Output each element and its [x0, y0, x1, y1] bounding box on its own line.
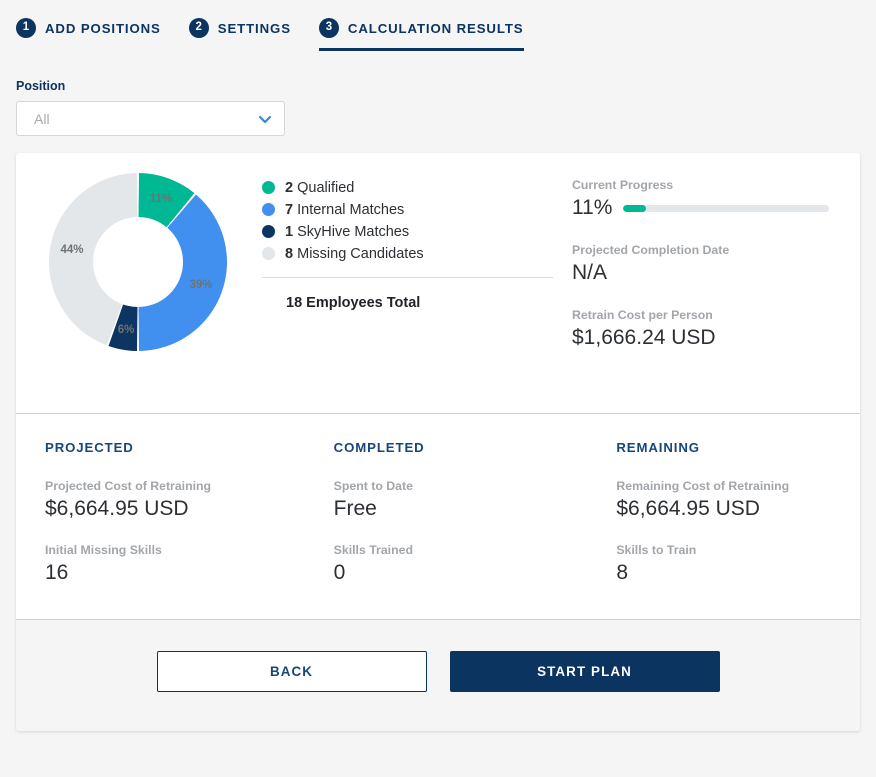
legend-item-label: Missing Candidates	[297, 245, 424, 262]
legend-item-text: 7 Internal Matches	[285, 202, 404, 218]
legend-color-dot	[262, 247, 275, 260]
stat-value: Free	[333, 497, 377, 520]
position-select[interactable]: All	[16, 101, 285, 136]
wizard-stepper: 1 ADD POSITIONS 2 SETTINGS 3 CALCULATION…	[0, 0, 876, 56]
donut-chart-svg	[49, 173, 227, 351]
legend-item-internal-matches: 7 Internal Matches	[262, 199, 544, 220]
stat-label: Projected Cost of Retraining	[45, 479, 212, 493]
legend-color-dot	[262, 181, 275, 194]
donut-chart-container: 11% 39% 6% 44%	[16, 169, 244, 397]
step-settings[interactable]: 2 SETTINGS	[188, 18, 291, 51]
stat-remaining-cost: Remaining Cost of Retraining $6,664.95 U…	[616, 479, 860, 521]
legend-color-dot	[262, 225, 275, 238]
stat-label: Spent to Date	[333, 479, 413, 493]
legend-item-count: 1	[285, 223, 294, 240]
current-progress-label: Current Progress	[572, 178, 674, 192]
step-number-badge: 2	[188, 18, 209, 38]
stats-section: PROJECTED Projected Cost of Retraining $…	[16, 414, 860, 619]
summary-section: 11% 39% 6% 44% 2 Qualified 7 Internal Ma…	[16, 153, 860, 413]
retrain-cost-label: Retrain Cost per Person	[572, 308, 713, 322]
card-footer: BACK START PLAN	[16, 620, 860, 731]
stats-column-projected: PROJECTED Projected Cost of Retraining $…	[16, 440, 289, 585]
current-progress-value: 11%	[572, 196, 613, 219]
employees-total: 18 Employees Total	[286, 295, 421, 311]
stat-value: 8	[616, 561, 629, 584]
stat-label: Skills to Train	[616, 543, 697, 557]
retrain-cost-block: Retrain Cost per Person $1,666.24 USD	[572, 308, 830, 350]
legend-item-count: 2	[285, 179, 294, 196]
position-filter-label: Position	[16, 79, 66, 93]
step-add-positions[interactable]: 1 ADD POSITIONS	[16, 18, 161, 51]
legend-color-dot	[262, 203, 275, 216]
legend-item-label: Qualified	[297, 179, 355, 196]
current-progress-row: 11%	[572, 196, 830, 220]
position-filter: Position All	[0, 56, 876, 136]
progress-bar[interactable]	[623, 204, 830, 212]
current-progress-block: Current Progress 11%	[572, 178, 830, 220]
stat-spent-to-date: Spent to Date Free	[334, 479, 578, 521]
stat-label: Initial Missing Skills	[45, 543, 162, 557]
stat-value: $6,664.95 USD	[616, 497, 760, 520]
stat-skills-to-train: Skills to Train 8	[616, 543, 860, 585]
step-number-badge: 1	[16, 18, 36, 38]
stat-value: 16	[45, 561, 69, 584]
step-calculation-results[interactable]: 3 CALCULATION RESULTS	[318, 18, 524, 51]
legend-item-label: Internal Matches	[297, 201, 405, 218]
stats-column-completed: COMPLETED Spent to Date Free Skills Trai…	[289, 440, 578, 585]
stat-label: Skills Trained	[333, 543, 413, 557]
donut-chart: 11% 39% 6% 44%	[47, 171, 229, 353]
results-card: 11% 39% 6% 44% 2 Qualified 7 Internal Ma…	[16, 153, 860, 731]
step-label: SETTINGS	[217, 20, 291, 36]
side-statistics: Current Progress 11% Projected Completio…	[544, 169, 860, 397]
stats-column-heading: COMPLETED	[333, 440, 425, 455]
step-label: CALCULATION RESULTS	[347, 20, 524, 36]
back-button[interactable]: BACK	[156, 651, 427, 692]
chart-legend: 2 Qualified 7 Internal Matches 1 SkyHive…	[244, 169, 553, 397]
legend-item-missing-candidates: 8 Missing Candidates	[262, 243, 544, 264]
legend-item-text: 8 Missing Candidates	[285, 246, 424, 262]
legend-item-skyhive-matches: 1 SkyHive Matches	[262, 221, 544, 242]
step-label: ADD POSITIONS	[45, 20, 161, 36]
legend-item-count: 7	[285, 201, 294, 218]
progress-bar-fill	[623, 204, 647, 212]
legend-item-qualified: 2 Qualified	[262, 177, 544, 198]
position-select-value: All	[34, 110, 50, 127]
chevron-down-icon	[257, 111, 273, 127]
stat-projected-cost: Projected Cost of Retraining $6,664.95 U…	[45, 479, 289, 521]
legend-item-text: 2 Qualified	[285, 180, 354, 196]
retrain-cost-value: $1,666.24 USD	[572, 326, 716, 349]
stats-column-remaining: REMAINING Remaining Cost of Retraining $…	[577, 440, 860, 585]
legend-item-label: SkyHive Matches	[297, 223, 410, 240]
projected-completion-block: Projected Completion Date N/A	[572, 243, 830, 285]
legend-divider	[262, 277, 553, 278]
stat-value: $6,664.95 USD	[45, 497, 189, 520]
legend-item-text: 1 SkyHive Matches	[285, 224, 409, 240]
projected-completion-label: Projected Completion Date	[572, 243, 730, 257]
stat-initial-missing-skills: Initial Missing Skills 16	[45, 543, 289, 585]
stats-column-heading: PROJECTED	[45, 440, 134, 455]
stat-label: Remaining Cost of Retraining	[616, 479, 790, 493]
start-plan-button[interactable]: START PLAN	[449, 651, 720, 692]
stat-value: 0	[333, 561, 346, 584]
projected-completion-value: N/A	[572, 261, 608, 284]
stats-column-heading: REMAINING	[616, 440, 700, 455]
step-number-badge: 3	[318, 18, 339, 38]
stat-skills-trained: Skills Trained 0	[334, 543, 578, 585]
legend-item-count: 8	[285, 245, 294, 262]
